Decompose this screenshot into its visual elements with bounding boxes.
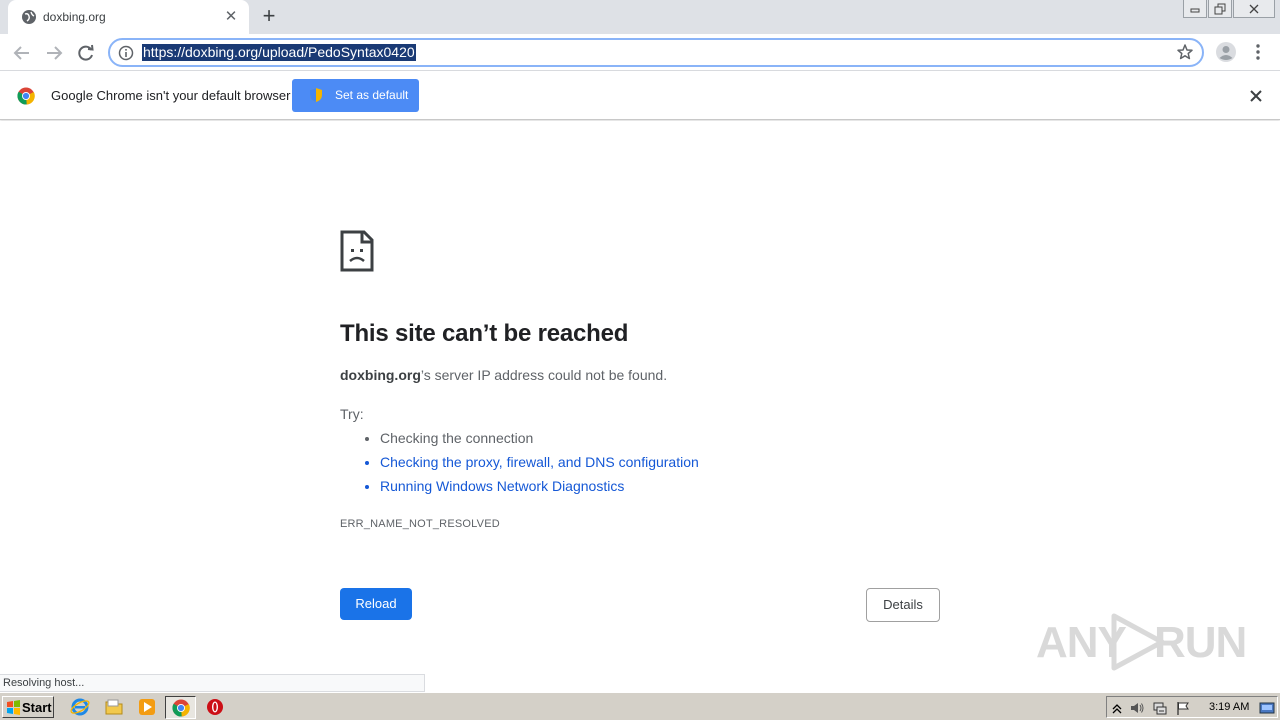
taskbar: Start 3:19 AM [0,692,1280,720]
media-player-icon[interactable] [137,697,157,717]
start-button[interactable]: Start [2,696,54,718]
close-icon [1249,4,1259,14]
volume-icon[interactable] [1129,700,1145,716]
suggestions-list: Checking the connection Checking the pro… [340,428,699,500]
url-text[interactable]: https://doxbing.org/upload/PedoSyntax042… [142,44,416,61]
uac-shield-icon [310,88,322,102]
internet-explorer-icon[interactable] [70,697,90,717]
set-as-default-label: Set as default [335,88,409,102]
tab-title: doxbing.org [43,10,106,24]
details-button[interactable]: Details [866,588,940,622]
infobar-message: Google Chrome isn't your default browser [51,88,291,103]
try-label: Try: [340,406,364,422]
taskbar-clock[interactable]: 3:19 AM [1209,701,1249,713]
sad-page-icon [340,230,374,272]
error-description: doxbing.org’s server IP address could no… [340,367,667,383]
reload-icon[interactable] [75,42,97,64]
restore-button[interactable] [1208,0,1232,18]
chrome-icon [172,699,190,717]
default-browser-infobar: Google Chrome isn't your default browser… [0,71,1280,120]
forward-icon[interactable] [43,42,65,64]
opera-icon[interactable] [205,697,225,717]
status-bubble: Resolving host... [0,674,425,692]
network-icon[interactable] [1152,700,1168,716]
error-domain: doxbing.org [340,367,421,383]
action-center-flag-icon[interactable] [1175,700,1191,716]
error-title: This site can’t be reached [340,320,629,347]
anyrun-watermark: ANY RUN [1036,608,1247,674]
file-explorer-icon[interactable] [104,697,124,717]
show-desktop-icon[interactable] [1259,700,1275,716]
reload-button[interactable]: Reload [340,588,412,620]
start-label: Start [22,700,52,715]
taskbar-chrome-active[interactable] [165,696,196,719]
tab-strip: doxbing.org ✕ + [0,0,1280,34]
profile-avatar-icon[interactable] [1215,41,1237,63]
watermark-right-text: RUN [1154,618,1247,667]
show-hidden-icons-icon[interactable] [1109,700,1125,716]
suggestion-proxy-link[interactable]: Checking the proxy, firewall, and DNS co… [380,452,699,476]
browser-tab[interactable]: doxbing.org ✕ [8,0,249,34]
site-info-icon[interactable] [118,45,134,61]
error-description-suffix: ’s server IP address could not be found. [420,367,668,383]
error-page: This site can’t be reached doxbing.org’s… [0,121,1280,691]
browser-toolbar: https://doxbing.org/upload/PedoSyntax042… [0,34,1280,71]
address-bar[interactable]: https://doxbing.org/upload/PedoSyntax042… [108,38,1204,67]
system-tray: 3:19 AM [1106,696,1278,718]
restore-icon [1214,3,1226,15]
new-tab-button[interactable]: + [258,5,280,28]
bookmark-star-icon[interactable] [1176,43,1194,61]
tab-close-icon[interactable]: ✕ [223,9,239,25]
minimize-icon [1190,8,1200,13]
back-icon[interactable] [11,42,33,64]
minimize-button[interactable] [1183,0,1207,18]
suggestion-check-connection: Checking the connection [380,428,699,452]
close-window-button[interactable] [1233,0,1275,18]
more-menu-icon[interactable] [1250,43,1266,61]
error-code: ERR_NAME_NOT_RESOLVED [340,518,500,530]
suggestion-diagnostics-link[interactable]: Running Windows Network Diagnostics [380,476,699,500]
windows-flag-icon [7,700,20,715]
set-as-default-button[interactable]: Set as default [292,79,419,112]
globe-icon [22,10,36,24]
infobar-close-icon[interactable] [1247,87,1265,105]
chrome-logo-icon [17,87,35,105]
